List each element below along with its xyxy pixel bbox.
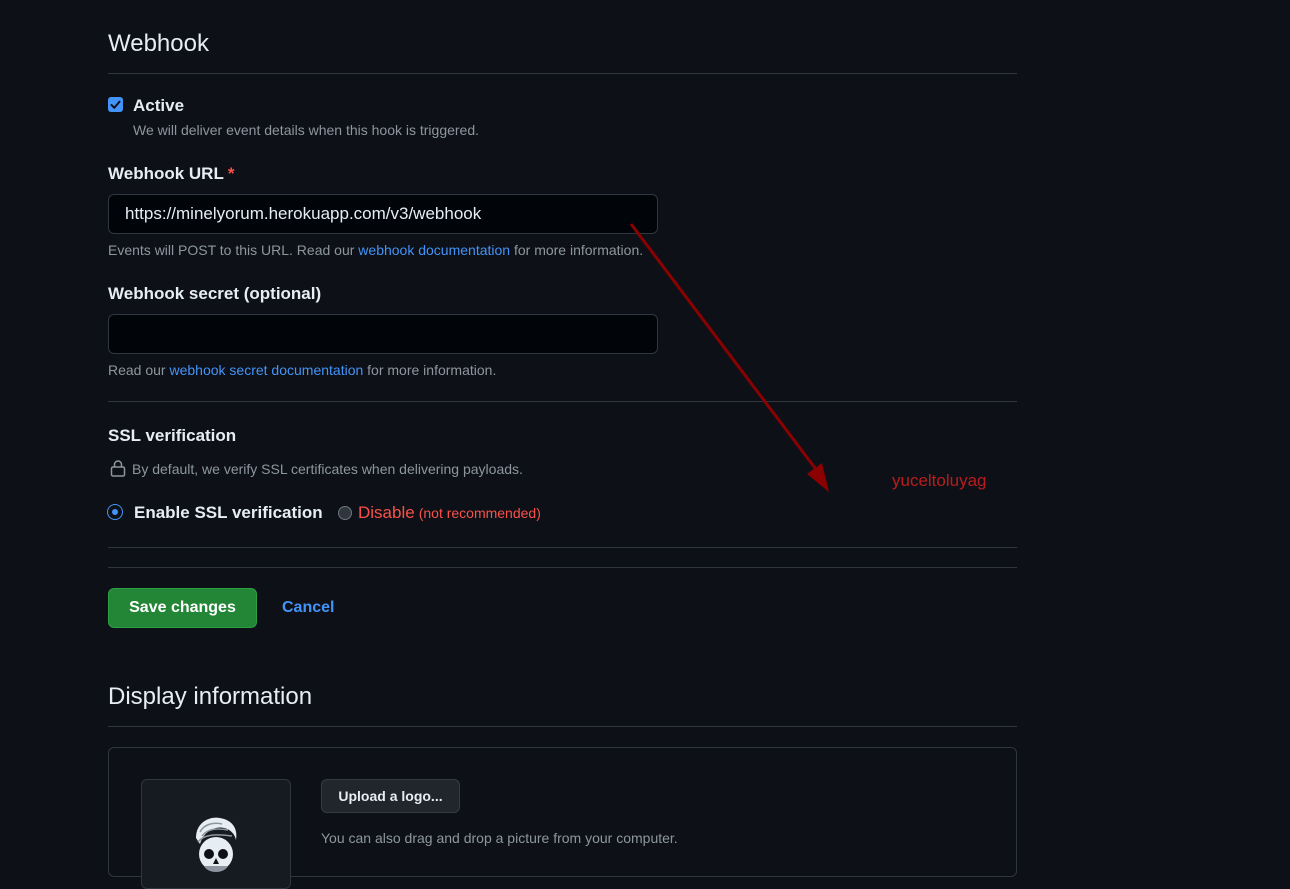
webhook-secret-note: Read our webhook secret documentation fo… — [108, 362, 496, 378]
display-information-panel: Upload a logo... You can also drag and d… — [108, 747, 1017, 889]
app-logo — [141, 779, 291, 889]
webhook-url-input[interactable] — [108, 194, 658, 234]
webhook-url-label-text: Webhook URL — [108, 164, 224, 183]
section-divider — [108, 73, 1017, 74]
display-information-title: Display information — [108, 683, 313, 710]
active-description: We will deliver event details when this … — [133, 122, 480, 138]
webhook-url-label: Webhook URL * — [108, 164, 234, 184]
section-divider — [108, 401, 1017, 402]
checkmark-icon — [110, 100, 121, 109]
webhook-url-note-prefix: Events will POST to this URL. Read our — [108, 242, 359, 258]
webhook-secret-note-prefix: Read our — [108, 362, 170, 378]
required-mark: * — [227, 164, 235, 183]
active-label[interactable]: Active — [133, 96, 184, 116]
annotation-watermark: yuceltoluyag — [892, 471, 987, 490]
section-divider — [108, 567, 1017, 568]
lock-icon — [110, 460, 126, 477]
section-divider — [108, 547, 1017, 548]
webhook-secret-note-suffix: for more information. — [363, 362, 497, 378]
ssl-description: By default, we verify SSL certificates w… — [132, 461, 523, 477]
webhook-secret-documentation-link[interactable]: webhook secret documentation — [169, 362, 363, 378]
save-changes-button[interactable]: Save changes — [108, 588, 257, 628]
webhook-secret-label: Webhook secret (optional) — [108, 284, 322, 303]
upload-logo-button[interactable]: Upload a logo... — [321, 779, 460, 813]
upload-logo-note: You can also drag and drop a picture fro… — [321, 830, 678, 846]
disable-ssl-radio[interactable] — [338, 506, 352, 520]
webhook-url-note: Events will POST to this URL. Read our w… — [108, 242, 643, 258]
disable-ssl-label[interactable]: Disable (not recommended) — [358, 503, 541, 523]
disable-ssl-label-text: Disable — [358, 503, 415, 522]
section-divider — [108, 726, 1017, 727]
enable-ssl-radio[interactable] — [108, 505, 122, 519]
webhook-documentation-link[interactable]: webhook documentation — [358, 242, 510, 258]
skull-logo-icon — [196, 817, 237, 872]
cancel-button[interactable]: Cancel — [282, 599, 334, 617]
webhook-section-title: Webhook — [108, 30, 209, 57]
active-checkbox[interactable] — [108, 97, 123, 112]
ssl-verification-label: SSL verification — [108, 426, 237, 445]
enable-ssl-label[interactable]: Enable SSL verification — [134, 503, 323, 523]
disable-ssl-warning: (not recommended) — [418, 505, 541, 521]
webhook-url-note-suffix: for more information. — [510, 242, 644, 258]
webhook-secret-input[interactable] — [108, 314, 658, 354]
